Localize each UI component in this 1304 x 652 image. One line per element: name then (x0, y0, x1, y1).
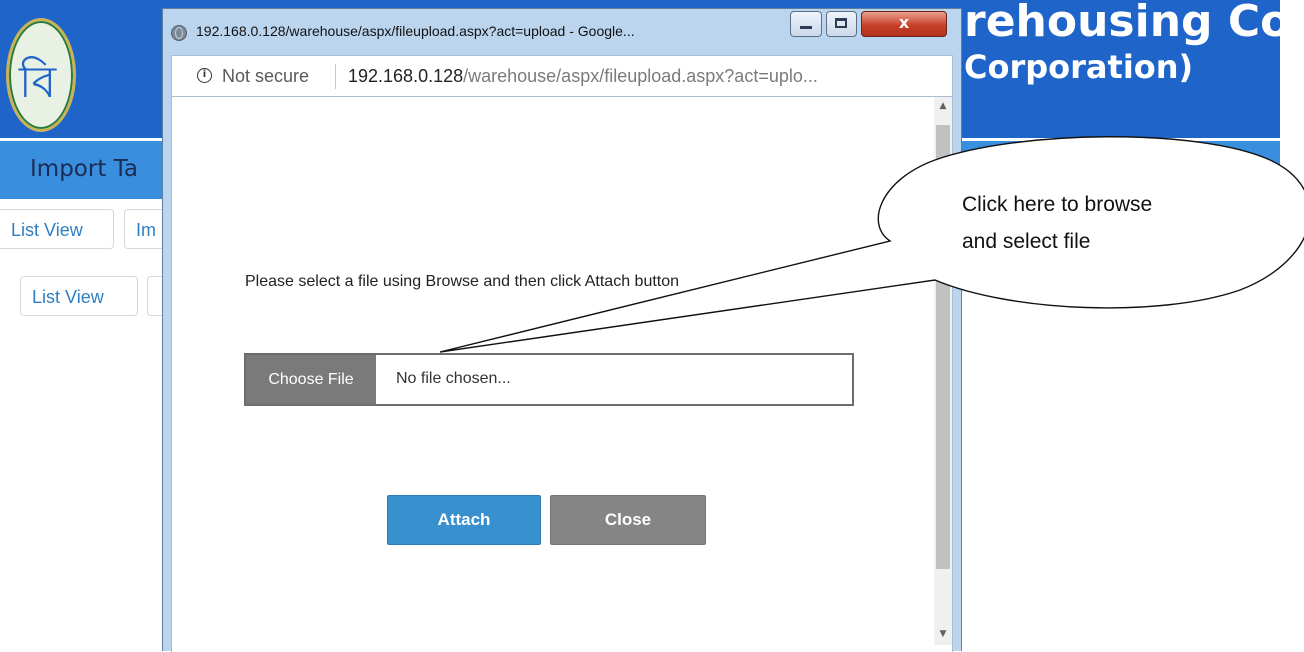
address-divider (335, 64, 336, 89)
callout-line1: Click here to browse (962, 193, 1153, 216)
vertical-scrollbar[interactable]: ▲ ▼ (934, 97, 952, 645)
scroll-down-arrow-icon[interactable]: ▼ (934, 625, 952, 643)
choose-file-button[interactable]: Choose File (246, 355, 376, 404)
upload-instruction: Please select a file using Browse and th… (245, 273, 680, 290)
file-name-display: No file chosen... (396, 370, 511, 387)
info-icon[interactable]: i (197, 68, 212, 83)
callout-text: Click here to browse and select file (962, 186, 1262, 260)
list-view-button[interactable]: List View (20, 276, 138, 316)
address-bar[interactable]: i Not secure 192.168.0.128/warehouse/asp… (171, 55, 953, 97)
maximize-button[interactable] (826, 11, 857, 37)
globe-icon (171, 25, 187, 41)
minimize-button[interactable] (790, 11, 822, 37)
scroll-up-arrow-icon[interactable]: ▲ (934, 97, 952, 115)
logo-glyph: বি (19, 57, 57, 108)
file-upload-popup: 192.168.0.128/warehouse/aspx/fileupload.… (162, 8, 962, 652)
file-input[interactable]: Choose File No file chosen... (244, 353, 854, 406)
popup-content: ▲ ▼ Please select a file using Browse an… (171, 97, 953, 652)
page-title: Import Ta (30, 156, 138, 182)
url-path: /warehouse/aspx/fileupload.aspx?act=uplo… (463, 66, 818, 86)
scrollbar-thumb[interactable] (936, 125, 950, 569)
attach-button[interactable]: Attach (387, 495, 541, 545)
callout-line2: and select file (962, 230, 1091, 253)
app-title-line2: Corporation) (964, 48, 1194, 86)
close-window-button[interactable]: x (861, 11, 947, 37)
close-icon: x (898, 13, 910, 32)
security-indicator[interactable]: Not secure (222, 66, 309, 87)
url-host: 192.168.0.128 (348, 66, 464, 86)
app-title-line1: rehousing Co (964, 0, 1291, 47)
window-titlebar[interactable]: 192.168.0.128/warehouse/aspx/fileupload.… (163, 9, 961, 55)
window-title: 192.168.0.128/warehouse/aspx/fileupload.… (196, 23, 635, 39)
close-button[interactable]: Close (550, 495, 706, 545)
url-text[interactable]: 192.168.0.128/warehouse/aspx/fileupload.… (348, 66, 818, 87)
list-view-tab[interactable]: List View (0, 209, 114, 249)
organization-logo: বি (6, 18, 76, 132)
